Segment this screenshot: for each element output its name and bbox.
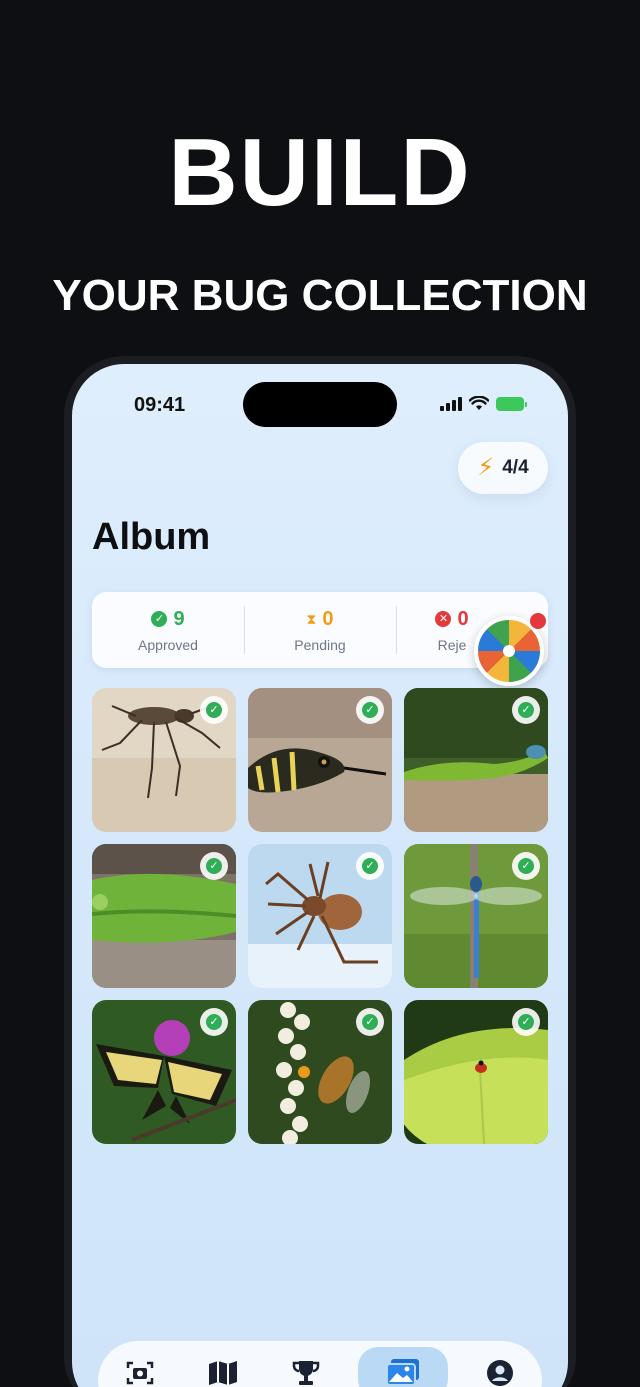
photo-tile[interactable]: ✓ [92,688,236,832]
promo-headline: BUILD [168,119,472,226]
map-icon [208,1361,237,1385]
phone-screen: 09:41 ⚡ 4/4 Album ✓ 9 Approved ⧗ 0 Pendi… [72,364,568,1387]
approved-badge: ✓ [512,1008,540,1036]
approved-badge: ✓ [200,852,228,880]
status-time: 09:41 [134,394,186,416]
rejected-label: Reje [437,636,467,653]
rejected-icon: ✕ [435,611,452,627]
photo-tile[interactable]: ✓ [404,844,548,988]
bolt-icon: ⚡ [477,454,495,481]
energy-count: 4/4 [502,457,529,478]
photo-grid: ✓ ✓ ✓ ✓ ✓ ✓ ✓ ✓ ✓ [92,688,548,1144]
check-icon: ✓ [362,1014,378,1030]
photo-tile[interactable]: ✓ [92,1000,236,1144]
check-icon: ✓ [518,858,534,874]
approved-label: Approved [138,636,198,653]
tab-map[interactable] [192,1353,254,1387]
tab-scan[interactable] [109,1353,171,1387]
status-icons [440,396,527,411]
photo-tile[interactable]: ✓ [248,1000,392,1144]
page-title: Album [92,516,211,558]
approved-count: 9 [173,607,185,630]
notification-dot [530,613,546,629]
check-icon: ✓ [362,702,378,718]
approved-icon: ✓ [151,611,168,627]
pending-count: 0 [322,607,334,630]
photo-tile[interactable]: ✓ [248,688,392,832]
check-icon: ✓ [206,702,222,718]
stat-pending[interactable]: ⧗ 0 Pending [244,592,396,668]
battery-icon [496,396,527,411]
signal-icon [440,396,462,411]
tab-bar [98,1341,542,1387]
check-icon: ✓ [362,858,378,874]
check-icon: ✓ [206,1014,222,1030]
wifi-icon [469,396,489,410]
approved-badge: ✓ [356,696,384,724]
approved-badge: ✓ [200,696,228,724]
photo-tile[interactable]: ✓ [248,844,392,988]
tab-album[interactable] [358,1347,449,1387]
dynamic-island [243,382,397,427]
camera-scan-icon [126,1361,153,1385]
profile-icon [487,1360,514,1386]
approved-badge: ✓ [356,1008,384,1036]
energy-counter[interactable]: ⚡ 4/4 [458,442,548,494]
trophy-icon [292,1361,320,1385]
promo-subhead: YOUR BUG COLLECTION [52,271,588,320]
approved-badge: ✓ [200,1008,228,1036]
check-icon: ✓ [518,702,534,718]
check-icon: ✓ [518,1014,534,1030]
photo-tile[interactable]: ✓ [404,1000,548,1144]
photo-tile[interactable]: ✓ [404,688,548,832]
approved-badge: ✓ [512,696,540,724]
check-icon: ✓ [206,858,222,874]
pending-label: Pending [294,636,346,653]
photo-tile[interactable]: ✓ [92,844,236,988]
stat-approved[interactable]: ✓ 9 Approved [92,592,244,668]
approved-badge: ✓ [512,852,540,880]
hourglass-icon: ⧗ [306,610,317,627]
gallery-icon [386,1359,420,1386]
tab-profile[interactable] [469,1353,531,1387]
rejected-count: 0 [457,607,469,630]
approved-badge: ✓ [356,852,384,880]
tab-trophies[interactable] [275,1353,337,1387]
